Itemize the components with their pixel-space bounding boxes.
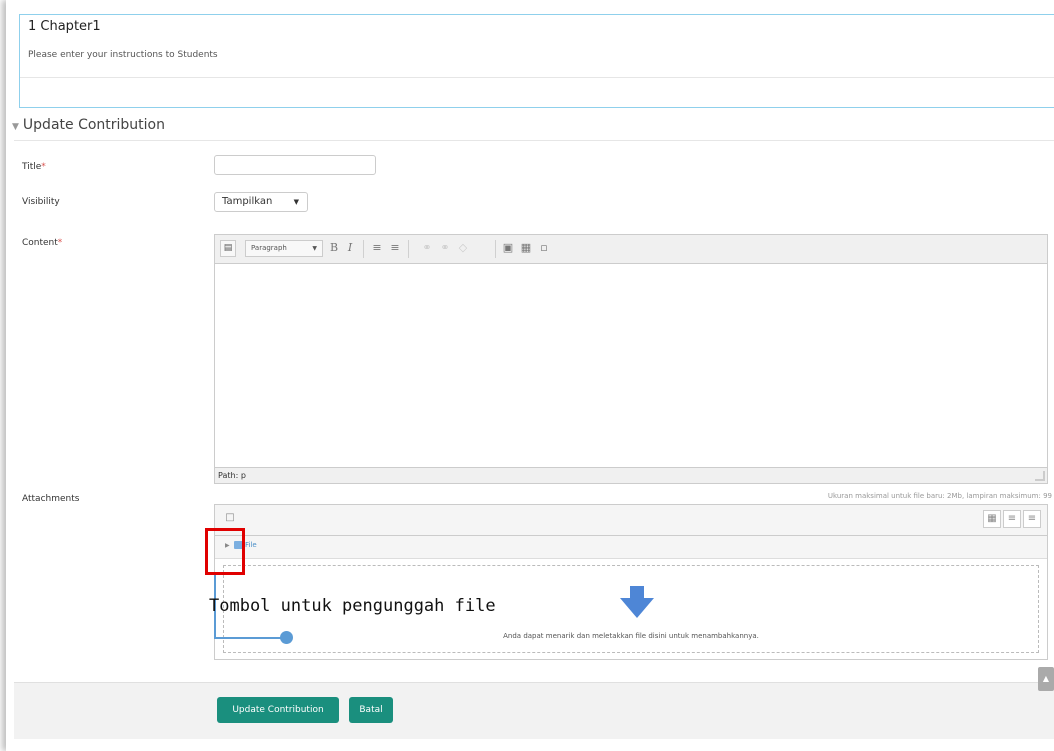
divider: [20, 77, 1054, 78]
page-frame: 1 Chapter1 Please enter your instruction…: [6, 0, 1054, 751]
bold-icon[interactable]: B: [327, 241, 341, 255]
editor-content-area[interactable]: [215, 264, 1047, 466]
max-size-note: Ukuran maksimal untuk file baru: 2Mb, la…: [827, 492, 1052, 500]
divider: [408, 240, 409, 258]
bullet-list-icon[interactable]: ≡: [370, 241, 384, 255]
scroll-to-top-icon[interactable]: ▲: [1038, 667, 1054, 691]
format-select[interactable]: Paragraph ▼: [245, 240, 323, 257]
list-view-icon[interactable]: ≡: [1003, 510, 1021, 528]
triangle-down-icon[interactable]: ▼: [12, 122, 19, 132]
required-mark: *: [57, 238, 63, 248]
chapter-instructions: Please enter your instructions to Studen…: [28, 50, 218, 60]
file-path-bar: ▶ File: [215, 536, 1047, 559]
drop-instructions: Anda dapat menarik dan meletakkan file d…: [503, 632, 759, 640]
title-input[interactable]: [214, 155, 376, 175]
divider: [495, 240, 496, 258]
content-label: Content*: [22, 238, 62, 248]
required-mark: *: [41, 162, 46, 172]
cancel-button[interactable]: Batal: [349, 697, 393, 723]
media-icon[interactable]: ▦: [519, 241, 533, 255]
divider: [363, 240, 364, 258]
form-footer: Update Contribution Batal: [14, 682, 1054, 739]
chapter-title: 1 Chapter1: [28, 19, 101, 34]
paste-icon[interactable]: ▫: [537, 241, 551, 255]
unlink-icon[interactable]: ⚭: [438, 241, 452, 255]
divider: [14, 140, 1054, 141]
arrow-down-icon: [620, 586, 654, 618]
attachments-label: Attachments: [22, 494, 80, 504]
visibility-select[interactable]: Tampilkan ▼: [214, 192, 308, 212]
icon-view-icon[interactable]: ▦: [983, 510, 1001, 528]
content-label-text: Content: [22, 238, 58, 248]
link-icon[interactable]: ⚭: [420, 241, 434, 255]
annotation-text: Tombol untuk pengunggah file: [209, 596, 496, 616]
visibility-value: Tampilkan: [222, 196, 273, 207]
section-title: Update Contribution: [22, 117, 165, 133]
update-contribution-button[interactable]: Update Contribution: [217, 697, 339, 723]
format-value: Paragraph: [251, 244, 287, 252]
resize-handle-icon[interactable]: [1035, 471, 1045, 481]
section-header[interactable]: ▼ Update Contribution: [12, 117, 165, 133]
editor-path: Path: p: [218, 471, 246, 480]
title-label: Title*: [22, 162, 46, 172]
title-label-text: Title: [22, 162, 42, 172]
chapter-info-box: 1 Chapter1 Please enter your instruction…: [19, 14, 1054, 108]
caret-down-icon: ▼: [293, 198, 299, 206]
highlight-box: [205, 528, 245, 575]
visibility-label: Visibility: [22, 197, 60, 207]
tree-view-icon[interactable]: ≡: [1023, 510, 1041, 528]
numbered-list-icon[interactable]: ≡: [388, 241, 402, 255]
anchor-icon[interactable]: ◇: [456, 241, 470, 255]
callout-dot: [280, 631, 293, 644]
image-icon[interactable]: ▣: [501, 241, 515, 255]
add-file-icon[interactable]: □: [221, 510, 239, 528]
file-picker-toolbar: □ ▦ ≡ ≡: [215, 505, 1047, 536]
file-path-label[interactable]: File: [245, 541, 257, 549]
editor-toolbar: ▤ Paragraph ▼ B I ≡ ≡ ⚭ ⚭ ◇ ▣ ▦ ▫: [215, 235, 1047, 264]
file-picker: □ ▦ ≡ ≡ ▶ File Anda dapat menarik dan me…: [214, 504, 1048, 660]
caret-down-icon: ▼: [312, 245, 317, 252]
italic-icon[interactable]: I: [343, 241, 357, 255]
callout-line: [214, 637, 288, 639]
content-editor[interactable]: ▤ Paragraph ▼ B I ≡ ≡ ⚭ ⚭ ◇ ▣ ▦ ▫ Path: …: [214, 234, 1048, 484]
toolbar-toggle-icon[interactable]: ▤: [220, 240, 236, 257]
editor-path-bar: Path: p: [215, 467, 1047, 483]
